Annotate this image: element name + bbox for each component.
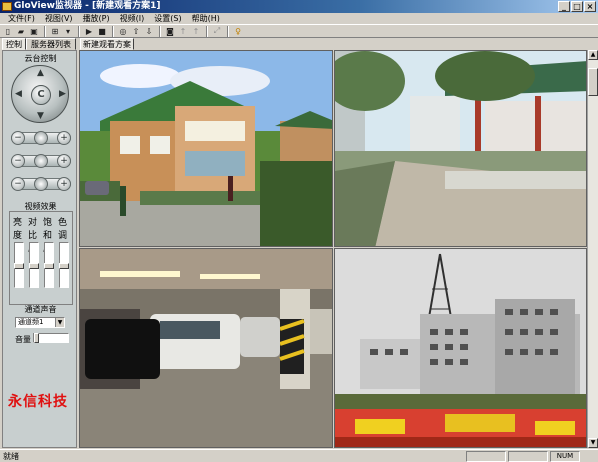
toolbar-separator — [78, 25, 80, 37]
save-icon[interactable]: ▣ — [28, 26, 40, 37]
saturation-slider[interactable] — [44, 242, 54, 288]
help-icon[interactable]: ♀ — [232, 26, 244, 37]
status-pane — [508, 451, 548, 462]
app-icon — [2, 2, 12, 11]
pin-icon[interactable]: ↑ — [177, 26, 189, 37]
title-bar: GloView监视器 - [新建观看方案1] _ □ × — [0, 0, 598, 13]
iris-icon — [34, 177, 48, 191]
video-pane-4[interactable] — [334, 248, 587, 448]
volume-label: 音量 — [15, 335, 31, 344]
open-icon[interactable]: ▰ — [15, 26, 27, 37]
new-icon[interactable]: ▯ — [2, 26, 14, 37]
stop-icon[interactable]: ■ — [96, 26, 108, 37]
menu-help[interactable]: 帮助(H) — [187, 13, 225, 24]
snapshot-icon[interactable]: ◙ — [164, 26, 176, 37]
focus-far-button[interactable]: + — [57, 154, 71, 168]
menu-bar: 文件(F) 视图(V) 播放(P) 视频(I) 设置(S) 帮助(H) — [0, 13, 598, 24]
num-indicator: NUM — [550, 451, 580, 462]
toolbar-separator — [159, 25, 161, 37]
video-pane-2[interactable] — [334, 50, 587, 247]
iris-close-button[interactable]: − — [11, 177, 25, 191]
close-button[interactable]: × — [584, 1, 596, 12]
play-icon[interactable]: ▶ — [83, 26, 95, 37]
zoom-icon — [34, 131, 48, 145]
plaza-scene — [335, 51, 586, 246]
chevron-down-icon[interactable]: ▾ — [62, 26, 74, 37]
tab-server-list[interactable]: 服务器列表 — [26, 38, 76, 50]
status-bar: 就绪 NUM — [0, 449, 598, 462]
ptz-joystick[interactable]: ▲ ▼ ◀ ▶ C — [11, 65, 69, 123]
record-icon[interactable]: ◎ — [117, 26, 129, 37]
minimize-button[interactable]: _ — [558, 1, 570, 12]
volume-slider[interactable] — [33, 333, 69, 343]
chevron-down-icon[interactable]: ▼ — [55, 318, 64, 327]
control-panel: 云台控制 ▲ ▼ ◀ ▶ C − + − + − + 视频效果 亮度 对比度 饱… — [2, 50, 77, 448]
arrow-right-icon[interactable]: ▶ — [59, 89, 66, 99]
menu-file[interactable]: 文件(F) — [3, 13, 40, 24]
toolbar-separator — [206, 25, 208, 37]
channel-select[interactable]: 通道频1 ▼ — [15, 317, 65, 328]
menu-video[interactable]: 视频(I) — [115, 13, 150, 24]
brightness-label: 亮度 — [13, 218, 23, 241]
menu-play[interactable]: 播放(P) — [78, 13, 115, 24]
brand-logo: 永信科技 — [8, 394, 68, 410]
arrow-up-icon[interactable]: ▲ — [37, 68, 44, 78]
tab-control[interactable]: 控制 — [2, 38, 26, 50]
scroll-thumb[interactable] — [588, 68, 598, 96]
video-pane-1[interactable] — [79, 50, 333, 247]
effects-box: 亮度 对比度 饱和度 色调 — [9, 211, 73, 305]
hue-slider[interactable] — [59, 242, 69, 288]
pin-icon[interactable]: ↑ — [190, 26, 202, 37]
vertical-scrollbar[interactable]: ▲ ▼ — [587, 50, 598, 448]
building-scene — [335, 249, 586, 447]
window-title: GloView监视器 - [新建观看方案1] — [14, 1, 161, 11]
maximize-button[interactable]: □ — [571, 1, 583, 12]
scroll-down-icon[interactable]: ▼ — [588, 438, 598, 448]
focus-control: − + — [11, 154, 71, 168]
focus-near-button[interactable]: − — [11, 154, 25, 168]
tab-row: 控制 服务器列表 新建观看方案1 — [0, 38, 598, 61]
tab-scheme[interactable]: 新建观看方案1 — [80, 38, 134, 61]
video-pane-3[interactable] — [79, 248, 333, 448]
menu-view[interactable]: 视图(V) — [40, 13, 78, 24]
slider-thumb[interactable] — [59, 263, 69, 269]
zoom-in-button[interactable]: + — [57, 131, 71, 145]
zoom-control: − + — [11, 131, 71, 145]
arrow-left-icon[interactable]: ◀ — [15, 89, 22, 99]
villa-scene — [80, 51, 332, 246]
contrast-slider[interactable] — [29, 242, 39, 288]
toolbar-separator — [44, 25, 46, 37]
focus-icon — [34, 154, 48, 168]
ptz-center-button[interactable]: C — [31, 85, 51, 105]
channel-select-value: 通道频1 — [18, 318, 44, 326]
toolbar-separator — [227, 25, 229, 37]
iris-control: − + — [11, 177, 71, 191]
fullscreen-icon[interactable]: ⤢ — [211, 26, 223, 37]
arrow-down-icon[interactable]: ▼ — [37, 111, 44, 121]
menu-settings[interactable]: 设置(S) — [149, 13, 186, 24]
scroll-up-icon[interactable]: ▲ — [588, 50, 598, 60]
toolbar-separator — [112, 25, 114, 37]
toolbar: ▯ ▰ ▣ ⊞ ▾ ▶ ■ ◎ ⇧ ⇩ ◙ ↑ ↑ ⤢ ♀ — [0, 24, 598, 38]
channel-sound-title: 通道声音 — [24, 305, 57, 314]
slider-thumb[interactable] — [14, 263, 24, 269]
status-text: 就绪 — [3, 452, 19, 461]
slider-thumb[interactable] — [34, 333, 39, 343]
zoom-out-button[interactable]: − — [11, 131, 25, 145]
iris-open-button[interactable]: + — [57, 177, 71, 191]
ptz-title: 云台控制 — [24, 54, 57, 63]
layout-icon[interactable]: ⊞ — [49, 26, 61, 37]
brightness-slider[interactable] — [14, 242, 24, 288]
slider-thumb[interactable] — [29, 263, 39, 269]
download-icon[interactable]: ⇩ — [143, 26, 155, 37]
status-pane — [466, 451, 506, 462]
parking-scene — [80, 249, 332, 447]
hue-label: 色调 — [58, 218, 68, 241]
upload-icon[interactable]: ⇧ — [130, 26, 142, 37]
slider-thumb[interactable] — [44, 263, 54, 269]
